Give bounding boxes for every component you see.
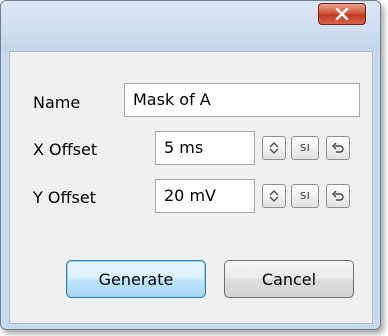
x-offset-field[interactable]: 5 ms bbox=[155, 131, 255, 165]
dialog-window: Name Mask of A X Offset 5 ms SI Y Offset… bbox=[0, 0, 381, 330]
x-offset-reset-button[interactable] bbox=[326, 136, 350, 160]
undo-icon bbox=[332, 142, 344, 153]
y-offset-spin-button[interactable] bbox=[262, 184, 286, 208]
si-label: SI bbox=[299, 190, 311, 202]
y-offset-label: Y Offset bbox=[33, 188, 96, 207]
y-offset-reset-button[interactable] bbox=[326, 184, 350, 208]
y-offset-si-button[interactable]: SI bbox=[291, 184, 319, 208]
spin-updown-icon bbox=[269, 190, 279, 202]
cancel-button[interactable]: Cancel bbox=[224, 260, 354, 298]
name-label: Name bbox=[33, 93, 81, 112]
x-offset-si-button[interactable]: SI bbox=[291, 136, 319, 160]
close-icon bbox=[335, 8, 349, 20]
name-field[interactable]: Mask of A bbox=[124, 83, 360, 117]
generate-button[interactable]: Generate bbox=[66, 260, 206, 298]
dialog-content: Name Mask of A X Offset 5 ms SI Y Offset… bbox=[9, 51, 373, 324]
x-offset-label: X Offset bbox=[33, 140, 98, 159]
close-button[interactable] bbox=[318, 3, 366, 25]
undo-icon bbox=[332, 190, 344, 201]
x-offset-spin-button[interactable] bbox=[262, 136, 286, 160]
y-offset-field[interactable]: 20 mV bbox=[155, 179, 255, 213]
spin-updown-icon bbox=[269, 142, 279, 154]
si-label: SI bbox=[299, 142, 311, 154]
title-bar[interactable] bbox=[1, 1, 380, 51]
